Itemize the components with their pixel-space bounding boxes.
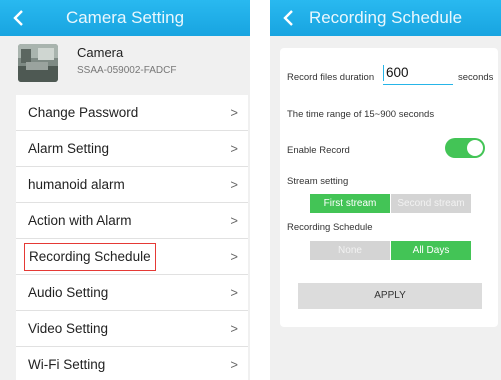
menu-item-audio-setting[interactable]: Audio Setting > [16,275,248,311]
header-bar: Camera Setting [0,0,250,36]
chevron-right-icon: > [230,321,238,336]
menu-item-label: Audio Setting [28,285,109,300]
camera-thumbnail [18,44,58,82]
menu-item-wifi-setting[interactable]: Wi-Fi Setting > [16,347,248,380]
chevron-right-icon: > [230,177,238,192]
menu-item-action-with-alarm[interactable]: Action with Alarm > [16,203,248,239]
menu-item-humanoid-alarm[interactable]: humanoid alarm > [16,167,248,203]
schedule-option-all-days[interactable]: All Days [391,241,471,260]
duration-input[interactable]: 600 [383,63,453,85]
menu-item-label: Alarm Setting [28,141,110,156]
duration-label: Record files duration [287,72,375,83]
camera-name: Camera [77,45,124,60]
menu-item-label: Video Setting [28,321,109,336]
settings-menu: Change Password > Alarm Setting > humano… [16,95,248,380]
page-title: Recording Schedule [308,8,463,27]
recording-schedule-screen: Recording Schedule Record files duration… [270,0,501,380]
header-bar: Recording Schedule [270,0,501,36]
stream-setting-label: Stream setting [287,176,349,187]
duration-value: 600 [386,65,409,80]
camera-info: Camera SSAA-059002-FADCF [0,36,250,90]
menu-item-recording-schedule[interactable]: Recording Schedule > [16,239,248,275]
apply-button[interactable]: APPLY [298,283,482,309]
stream-option-second[interactable]: Second stream [391,194,471,213]
schedule-option-none[interactable]: None [310,241,390,260]
schedule-selector: None All Days [310,241,471,260]
chevron-right-icon: > [230,285,238,300]
stream-option-first[interactable]: First stream [310,194,390,213]
menu-item-alarm-setting[interactable]: Alarm Setting > [16,131,248,167]
chevron-right-icon: > [230,213,238,228]
menu-item-video-setting[interactable]: Video Setting > [16,311,248,347]
text-caret [383,65,384,81]
menu-item-change-password[interactable]: Change Password > [16,95,248,131]
recording-schedule-label: Recording Schedule [287,222,373,233]
enable-record-toggle[interactable] [445,138,485,158]
menu-item-label: humanoid alarm [28,177,125,192]
chevron-right-icon: > [230,249,238,264]
page-title: Camera Setting [65,8,185,27]
toggle-knob [467,140,483,156]
camera-setting-screen: Camera Setting Camera SSAA-059002-FADCF … [0,0,250,380]
chevron-right-icon: > [230,357,238,372]
duration-unit: seconds [458,72,494,83]
menu-item-label: Action with Alarm [28,213,132,228]
settings-card: Record files duration 600 seconds The ti… [280,48,498,327]
chevron-right-icon: > [230,141,238,156]
menu-item-label: Wi-Fi Setting [28,357,106,372]
enable-record-label: Enable Record [287,145,350,156]
range-note: The time range of 15~900 seconds [287,109,435,120]
camera-id: SSAA-059002-FADCF [77,65,177,76]
stream-selector: First stream Second stream [310,194,471,213]
menu-item-label: Recording Schedule [24,243,156,271]
chevron-right-icon: > [230,105,238,120]
input-underline [383,84,453,85]
menu-item-label: Change Password [28,105,139,120]
